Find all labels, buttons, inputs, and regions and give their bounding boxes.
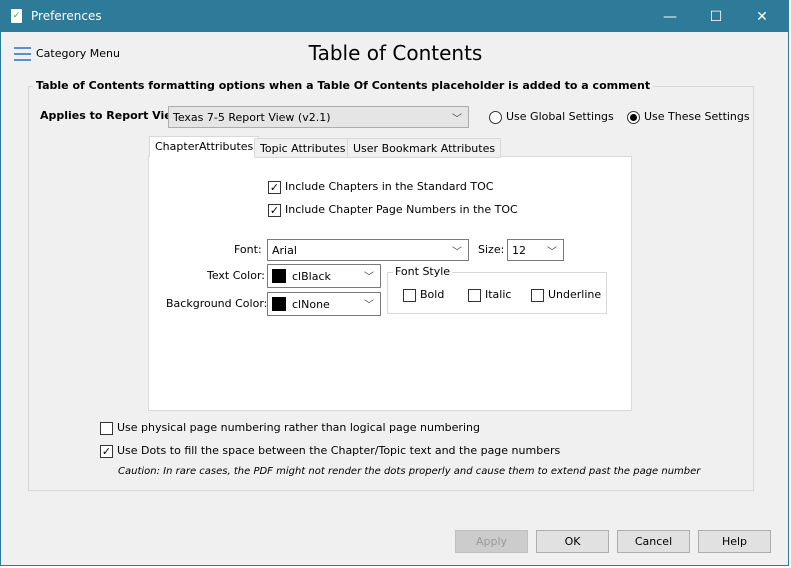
color-swatch xyxy=(272,297,286,311)
tab-topic-attributes[interactable]: Topic Attributes xyxy=(254,138,352,158)
text-color-select[interactable]: clBlack ﹀ xyxy=(267,264,381,288)
tab-chapter-attributes[interactable]: ChapterAttributes xyxy=(149,136,260,157)
text-color-label: Text Color: xyxy=(207,269,265,282)
page-title: Table of Contents xyxy=(308,41,483,65)
close-button[interactable]: ✕ xyxy=(739,1,785,32)
use-dots-checkbox[interactable]: ✓ Use Dots to fill the space between the … xyxy=(100,444,560,458)
size-select[interactable]: 12 ﹀ xyxy=(507,239,564,261)
title-bar: ✓ Preferences — ☐ ✕ xyxy=(1,1,788,32)
background-color-value: clNone xyxy=(292,297,330,311)
maximize-button[interactable]: ☐ xyxy=(693,1,739,32)
background-color-label: Background Color: xyxy=(166,297,268,310)
include-page-numbers-checkbox[interactable]: ✓ Include Chapter Page Numbers in the TOC xyxy=(268,203,518,217)
checkbox-label: Include Chapter Page Numbers in the TOC xyxy=(285,203,518,216)
radio-label: Use Global Settings xyxy=(506,110,614,123)
font-select[interactable]: Arial ﹀ xyxy=(267,239,469,261)
chevron-down-icon: ﹀ xyxy=(364,272,374,283)
clipboard-icon: ✓ xyxy=(11,9,22,23)
font-label: Font: xyxy=(234,243,262,256)
checkbox-label: Bold xyxy=(420,288,445,301)
cancel-button[interactable]: Cancel xyxy=(617,530,690,553)
use-these-settings-radio[interactable]: Use These Settings xyxy=(627,110,750,124)
checkbox-label: Use Dots to fill the space between the C… xyxy=(117,444,561,457)
ok-button[interactable]: OK xyxy=(536,530,609,553)
help-button[interactable]: Help xyxy=(698,530,771,553)
chevron-down-icon: ﹀ xyxy=(364,300,374,311)
use-global-settings-radio[interactable]: Use Global Settings xyxy=(489,110,614,124)
minimize-button[interactable]: — xyxy=(647,1,693,32)
italic-checkbox[interactable]: Italic xyxy=(468,288,511,302)
checkbox-label: Include Chapters in the Standard TOC xyxy=(285,180,494,193)
checkbox-label: Italic xyxy=(485,288,512,301)
apply-button[interactable]: Apply xyxy=(455,530,528,553)
window-title: Preferences xyxy=(31,9,102,23)
bold-checkbox[interactable]: Bold xyxy=(403,288,444,302)
underline-checkbox[interactable]: Underline xyxy=(531,288,601,302)
chevron-down-icon: ﹀ xyxy=(452,114,462,125)
background-color-select[interactable]: clNone ﹀ xyxy=(267,292,381,316)
size-value: 12 xyxy=(512,243,526,257)
preferences-window: ✓ Preferences — ☐ ✕ Category Menu Table … xyxy=(0,0,789,566)
font-value: Arial xyxy=(272,243,297,257)
report-view-select[interactable]: Texas 7-5 Report View (v2.1) ﹀ xyxy=(168,106,469,128)
text-color-value: clBlack xyxy=(292,269,331,283)
include-chapters-checkbox[interactable]: ✓ Include Chapters in the Standard TOC xyxy=(268,180,493,194)
checkbox-label: Use physical page numbering rather than … xyxy=(117,421,480,434)
caution-text: Caution: In rare cases, the PDF might no… xyxy=(118,466,701,477)
report-view-label: Applies to Report View: xyxy=(40,109,187,122)
size-label: Size: xyxy=(478,243,505,256)
checkbox-label: Underline xyxy=(548,288,602,301)
report-view-value: Texas 7-5 Report View (v2.1) xyxy=(173,110,331,124)
radio-label: Use These Settings xyxy=(644,110,750,123)
tab-user-bookmark-attributes[interactable]: User Bookmark Attributes xyxy=(347,138,502,158)
chevron-down-icon: ﹀ xyxy=(452,247,462,258)
color-swatch xyxy=(272,269,286,283)
font-style-legend: Font Style xyxy=(393,265,453,278)
physical-numbering-checkbox[interactable]: Use physical page numbering rather than … xyxy=(100,421,480,435)
chevron-down-icon: ﹀ xyxy=(547,247,557,258)
group-legend: Table of Contents formatting options whe… xyxy=(33,79,654,92)
